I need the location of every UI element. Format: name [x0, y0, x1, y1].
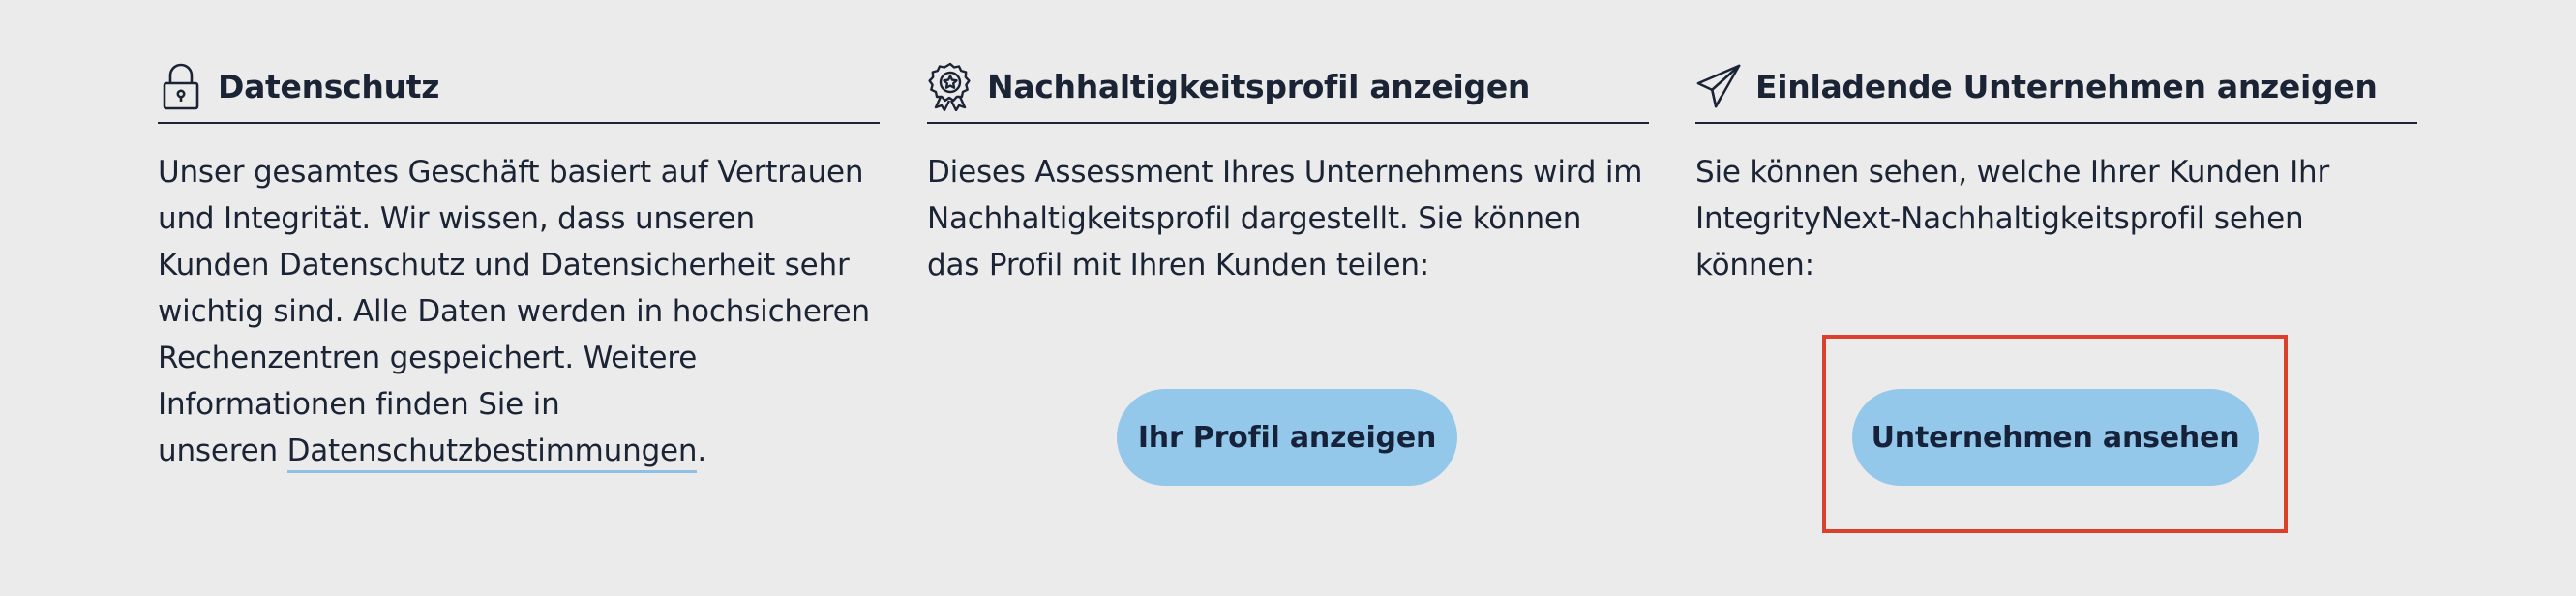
privacy-title: Datenschutz: [218, 67, 440, 105]
privacy-text: Unser gesamtes Geschäft basiert auf Vert…: [158, 124, 880, 474]
sustainability-profile-section: Nachhaltigkeitsprofil anzeigen Dieses As…: [927, 60, 1649, 288]
privacy-section: Datenschutz Unser gesamtes Geschäft basi…: [158, 60, 880, 474]
sustainability-profile-title: Nachhaltigkeitsprofil anzeigen: [987, 67, 1531, 105]
inviting-companies-section: Einladende Unternehmen anzeigen Sie könn…: [1695, 60, 2417, 288]
privacy-policy-link[interactable]: Datenschutzbestimmungen: [286, 433, 698, 473]
award-badge-icon: [927, 61, 973, 111]
view-companies-button[interactable]: Unternehmen ansehen: [1852, 389, 2259, 486]
paper-plane-icon: [1695, 61, 1742, 111]
sustainability-profile-text: Dieses Assessment Ihres Unternehmens wir…: [927, 155, 1643, 283]
privacy-trailing-period: .: [697, 433, 707, 468]
lock-icon: [158, 61, 204, 111]
inviting-companies-text: Sie können sehen, welche Ihrer Kunden Ih…: [1695, 155, 2330, 283]
inviting-companies-title: Einladende Unternehmen anzeigen: [1755, 67, 2378, 105]
privacy-heading: Datenschutz: [158, 60, 880, 124]
privacy-body: Unser gesamtes Geschäft basiert auf Vert…: [158, 155, 870, 468]
sustainability-profile-heading: Nachhaltigkeitsprofil anzeigen: [927, 60, 1649, 124]
inviting-companies-heading: Einladende Unternehmen anzeigen: [1695, 60, 2417, 124]
view-profile-button[interactable]: Ihr Profil anzeigen: [1117, 389, 1457, 486]
